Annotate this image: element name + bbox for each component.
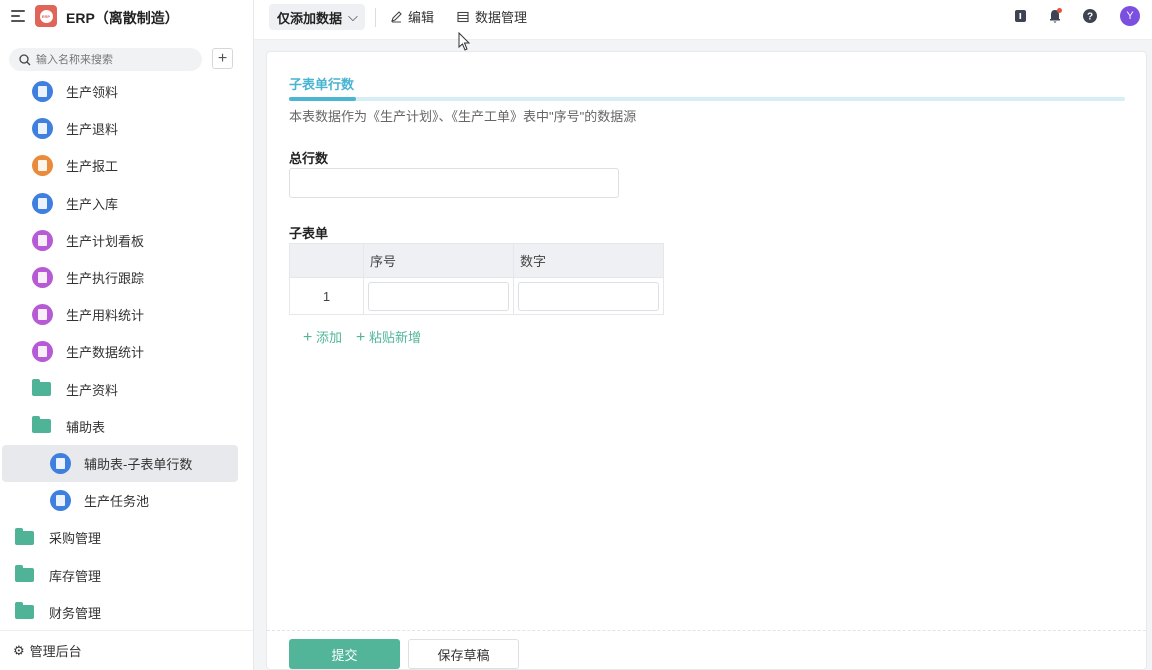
dashboard-icon xyxy=(32,341,53,363)
form-icon xyxy=(50,490,71,512)
mouse-cursor-icon xyxy=(458,32,471,51)
sidebar-item[interactable]: 采购管理 xyxy=(0,519,253,556)
folder-icon xyxy=(15,602,34,620)
table-icon xyxy=(457,11,469,22)
report-icon xyxy=(32,155,53,177)
svg-text:?: ? xyxy=(1087,12,1093,23)
notebook-icon[interactable] xyxy=(1012,8,1028,24)
save-draft-button[interactable]: 保存草稿 xyxy=(408,639,519,669)
main-area: 仅添加数据 ⌵ 编辑 数据管理 ? Y 子表单行数 本表数据作为《生产计划》、《生… xyxy=(254,0,1152,670)
sidebar-nav: 生产领料生产退料生产报工生产入库生产计划看板 生产执行跟踪 生产用料统计 生产数据统计… xyxy=(0,73,253,631)
form-description: 本表数据作为《生产计划》、《生产工单》表中"序号"的数据源 xyxy=(289,109,637,124)
total-rows-label: 总行数 xyxy=(289,151,329,166)
sidebar-item[interactable]: 辅助表-子表单行数 xyxy=(2,444,238,483)
sidebar-item[interactable]: 生产执行跟踪 xyxy=(0,259,253,296)
plus-icon: + xyxy=(303,329,313,346)
gear-icon: ⚙ xyxy=(13,642,25,658)
sidebar-item[interactable]: 生产资料 xyxy=(0,371,253,408)
sidebar-item-label: 生产用料统计 xyxy=(66,308,145,324)
sidebar-item-label: 生产任务池 xyxy=(84,494,150,510)
sidebar-item[interactable]: 生产数据统计 xyxy=(0,333,253,370)
chevron-down-icon: ⌵ xyxy=(348,9,358,24)
user-avatar[interactable]: Y xyxy=(1120,6,1140,26)
dashboard-icon xyxy=(32,267,53,289)
admin-backend-label: 管理后台 xyxy=(29,644,82,659)
sidebar-item-label: 生产计划看板 xyxy=(66,233,145,249)
add-button[interactable]: + xyxy=(212,48,233,69)
add-row-button[interactable]: + 添加 xyxy=(303,327,342,347)
footer-divider xyxy=(267,630,1146,631)
sidebar-item-label: 生产退料 xyxy=(66,122,119,138)
subform-label: 子表单 xyxy=(289,226,329,241)
dashboard-icon xyxy=(32,304,53,326)
form-progress-bar xyxy=(289,97,1125,101)
table-header: 序号 数字 xyxy=(289,243,664,278)
divider xyxy=(375,8,376,27)
column-header: 数字 xyxy=(513,243,664,278)
total-rows-input[interactable] xyxy=(289,168,619,198)
subform-table: 序号 数字 1 xyxy=(289,243,664,315)
dashboard-icon xyxy=(32,229,53,251)
sidebar-item[interactable]: 生产用料统计 xyxy=(0,296,253,333)
paste-add-button[interactable]: + 粘贴新增 xyxy=(356,327,421,347)
seq-input[interactable] xyxy=(368,281,509,311)
sidebar-item-label: 生产报工 xyxy=(66,159,119,175)
sidebar-item-label: 生产执行跟踪 xyxy=(66,271,145,287)
folder-icon xyxy=(15,565,34,583)
form-icon xyxy=(32,192,53,214)
form-icon xyxy=(32,118,53,140)
plus-icon: + xyxy=(355,329,366,346)
bell-icon[interactable] xyxy=(1047,8,1063,24)
pencil-icon xyxy=(391,11,402,23)
number-input[interactable] xyxy=(518,281,659,311)
toolbar: 仅添加数据 ⌵ 编辑 数据管理 ? Y xyxy=(254,0,1152,40)
sidebar-item[interactable]: 生产任务池 xyxy=(0,482,253,519)
column-header: 序号 xyxy=(363,243,514,278)
admin-backend-link[interactable]: ⚙ 管理后台 xyxy=(0,630,253,670)
index-header xyxy=(289,243,364,278)
sidebar-item[interactable]: 库存管理 xyxy=(0,556,253,593)
row-index: 1 xyxy=(289,277,364,315)
sidebar-item-label: 生产资料 xyxy=(66,382,119,398)
sidebar-item-label: 辅助表 xyxy=(66,419,106,435)
sidebar-item-label: 生产领料 xyxy=(66,85,119,101)
sidebar-item[interactable]: 生产入库 xyxy=(0,185,253,222)
help-icon[interactable]: ? xyxy=(1082,8,1098,24)
sidebar-item[interactable]: 财务管理 xyxy=(0,594,253,631)
sidebar-item[interactable]: 生产退料 xyxy=(0,110,253,147)
sidebar: ERP ERP（离散制造） + 生产领料生产退料生产报工生产入库生产计划看板生产… xyxy=(0,0,254,670)
sidebar-item-label: 生产数据统计 xyxy=(66,345,145,361)
search-box xyxy=(9,48,202,71)
data-manage-button[interactable]: 数据管理 xyxy=(457,7,527,26)
folder-icon xyxy=(32,416,51,434)
mode-dropdown[interactable]: 仅添加数据 ⌵ xyxy=(269,4,365,30)
app-logo: ERP xyxy=(35,5,57,27)
form-icon xyxy=(32,81,53,103)
sidebar-item-label: 采购管理 xyxy=(49,531,102,547)
submit-button[interactable]: 提交 xyxy=(289,639,400,669)
sidebar-item[interactable]: 生产领料 xyxy=(0,73,253,110)
sidebar-item[interactable]: 生产报工 xyxy=(0,147,253,184)
folder-icon xyxy=(32,379,51,397)
search-input[interactable] xyxy=(36,53,186,66)
edit-button[interactable]: 编辑 xyxy=(390,7,434,26)
sidebar-item-label: 生产入库 xyxy=(66,196,119,212)
sidebar-item-label: 库存管理 xyxy=(49,568,102,584)
sidebar-item[interactable]: 生产计划看板 xyxy=(0,222,253,259)
menu-toggle-icon[interactable] xyxy=(11,10,25,22)
app-title: ERP（离散制造） xyxy=(66,10,179,26)
form-card: 子表单行数 本表数据作为《生产计划》、《生产工单》表中"序号"的数据源 总行数 … xyxy=(266,51,1147,670)
tag-icon xyxy=(50,452,71,474)
sidebar-item-label: 辅助表-子表单行数 xyxy=(84,456,193,472)
sidebar-item-label: 财务管理 xyxy=(49,605,102,621)
search-icon xyxy=(19,53,31,65)
table-row: 1 xyxy=(289,277,664,315)
sidebar-item[interactable]: 辅助表 xyxy=(0,408,253,445)
folder-icon xyxy=(15,527,34,545)
form-title: 子表单行数 xyxy=(289,77,355,92)
